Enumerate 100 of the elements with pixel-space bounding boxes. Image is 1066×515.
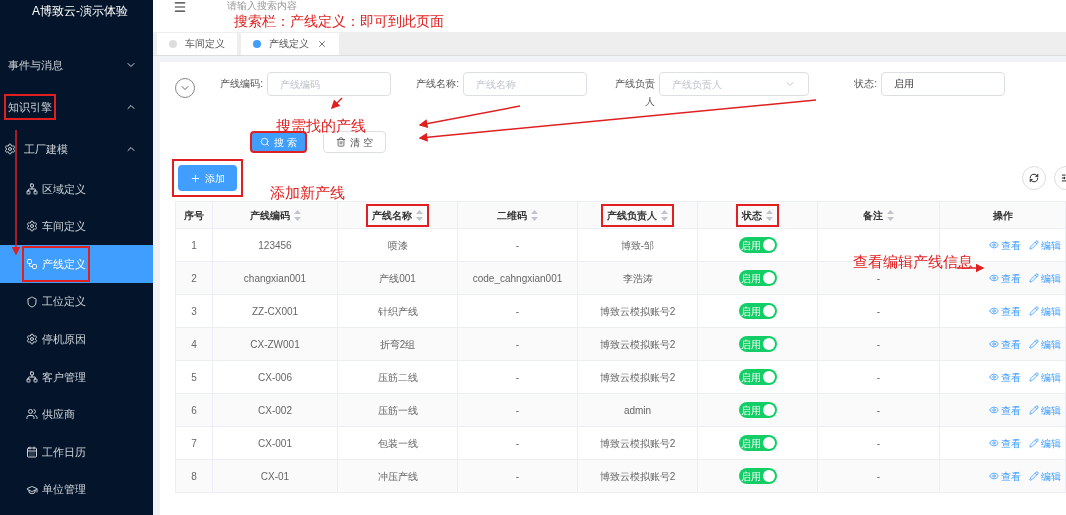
table-cell-text: - — [876, 370, 881, 385]
eye-icon — [989, 240, 999, 250]
table-cell-text: 123456 — [258, 238, 292, 253]
eye-icon — [989, 405, 999, 415]
table-cell-text: 4 — [191, 337, 197, 352]
sidebar-item[interactable]: 区域定义 — [0, 170, 153, 208]
sidebar-item[interactable]: 事件与消息 — [0, 44, 153, 86]
pencil-icon — [1029, 471, 1039, 481]
edit-link[interactable]: 编辑 — [1029, 270, 1061, 286]
sort-icon[interactable] — [416, 209, 423, 221]
search-icon — [260, 137, 270, 147]
view-link[interactable]: 查看 — [989, 270, 1021, 286]
sidebar-item[interactable]: 供应商 — [0, 395, 153, 434]
sort-icon[interactable] — [661, 209, 668, 221]
tab[interactable]: 产线定义 — [241, 32, 339, 55]
eye-icon — [989, 438, 999, 448]
table-cell-text: 产线001 — [379, 271, 416, 286]
table-cell-text: 喷漆 — [387, 238, 408, 253]
table-cell-text: - — [515, 403, 520, 418]
annotation-text: 搜索栏：产线定义：即可到此页面 — [234, 13, 444, 30]
table-cell-text: 博致云模拟账号2 — [599, 436, 676, 451]
table-cell-text: 1 — [191, 238, 197, 253]
status-switch[interactable]: 启用 — [738, 369, 777, 385]
eye-icon — [989, 339, 999, 349]
pencil-icon — [1029, 405, 1039, 415]
edit-link[interactable]: 编辑 — [1029, 402, 1061, 418]
view-link[interactable]: 查看 — [989, 303, 1021, 319]
table-cell-text: CX-006 — [258, 370, 292, 385]
edit-link[interactable]: 编辑 — [1029, 468, 1061, 484]
edit-link[interactable]: 编辑 — [1029, 336, 1061, 352]
table-cell-text: - — [876, 271, 881, 286]
add-button[interactable]: 添加 — [178, 165, 237, 191]
view-link[interactable]: 查看 — [989, 369, 1021, 385]
table-cell-text: - — [876, 304, 881, 319]
filter-label: 产线名称: — [415, 77, 459, 91]
table-cell-text: - — [515, 469, 520, 484]
search-button[interactable]: 搜 索 — [250, 131, 307, 153]
table-cell-text: 8 — [191, 469, 197, 484]
menu-label: 车间定义 — [42, 219, 86, 235]
status-switch[interactable]: 启用 — [738, 270, 777, 286]
annotation-text: 查看编辑产线信息 — [853, 252, 973, 272]
filter-label: 产线负责人 — [614, 77, 655, 109]
table-cell-text: 压筋一线 — [377, 403, 418, 418]
menu-label: 知识引擎 — [4, 93, 56, 121]
table-cell-text: CX-002 — [258, 403, 292, 418]
table-cell-text: 7 — [191, 436, 197, 451]
close-icon[interactable] — [317, 38, 327, 49]
edit-link[interactable]: 编辑 — [1029, 303, 1061, 319]
table-cell-text: 博致云模拟账号2 — [599, 370, 676, 385]
sidebar-item[interactable]: 工位定义 — [0, 282, 153, 321]
pencil-icon — [1029, 240, 1039, 250]
menu-label: 区域定义 — [42, 181, 86, 197]
menu-label: 产线定义 — [42, 256, 86, 272]
tab[interactable]: 车间定义 — [157, 32, 237, 55]
view-link[interactable]: 查看 — [989, 468, 1021, 484]
sidebar-item[interactable]: 停机原因 — [0, 320, 153, 358]
view-link[interactable]: 查看 — [989, 237, 1021, 253]
status-switch[interactable]: 启用 — [738, 336, 777, 352]
plus-icon — [190, 172, 201, 184]
status-switch[interactable]: 启用 — [738, 303, 777, 319]
table-cell-text: code_cahngxian001 — [472, 271, 563, 286]
pencil-icon — [1029, 273, 1039, 283]
view-link[interactable]: 查看 — [989, 336, 1021, 352]
view-link[interactable]: 查看 — [989, 435, 1021, 451]
status-switch[interactable]: 启用 — [738, 402, 777, 418]
sort-icon[interactable] — [293, 209, 301, 221]
input-field[interactable]: 启用 — [881, 72, 1005, 96]
table-cell-text: 3 — [191, 304, 197, 319]
table-cell-text: CX-01 — [260, 469, 290, 484]
table-cell-text: 博致云模拟账号2 — [599, 469, 676, 484]
sidebar-item[interactable]: 客户管理 — [0, 357, 153, 396]
edit-link[interactable]: 编辑 — [1029, 435, 1061, 451]
sidebar-item[interactable]: 单位管理 — [0, 470, 153, 509]
search-placeholder[interactable]: 请输入搜索内容 — [227, 0, 297, 12]
table-cell-text: CX-001 — [258, 436, 292, 451]
sort-icon[interactable] — [766, 209, 773, 221]
view-link[interactable]: 查看 — [989, 402, 1021, 418]
status-switch[interactable]: 启用 — [738, 435, 777, 451]
sidebar-item[interactable]: 车间定义 — [0, 207, 153, 246]
sidebar-item[interactable]: 工作日历 — [0, 433, 153, 471]
annotation-text: 添加新产线 — [270, 183, 345, 203]
edit-link[interactable]: 编辑 — [1029, 369, 1061, 385]
sort-icon[interactable] — [531, 209, 538, 221]
table-cell-text: - — [515, 337, 520, 352]
table-cell-text: 压筋二线 — [377, 370, 418, 385]
sidebar-item[interactable]: 工厂建模 — [0, 128, 153, 170]
table-cell-text: - — [515, 304, 520, 319]
sidebar-item[interactable]: 知识引擎 — [0, 86, 153, 128]
sort-icon[interactable] — [887, 209, 894, 221]
menu-label: 客户管理 — [42, 369, 86, 385]
table-cell-text: - — [876, 403, 881, 418]
table-cell-text: - — [876, 436, 881, 451]
status-switch[interactable]: 启用 — [738, 237, 777, 253]
sidebar-item[interactable]: 产线定义 — [0, 245, 153, 283]
table-cell-text: - — [515, 370, 520, 385]
pencil-icon — [1029, 372, 1039, 382]
trash-icon — [335, 137, 346, 147]
edit-link[interactable]: 编辑 — [1029, 237, 1061, 253]
input-field[interactable]: 产线名称 — [463, 72, 587, 96]
status-switch[interactable]: 启用 — [738, 468, 777, 484]
